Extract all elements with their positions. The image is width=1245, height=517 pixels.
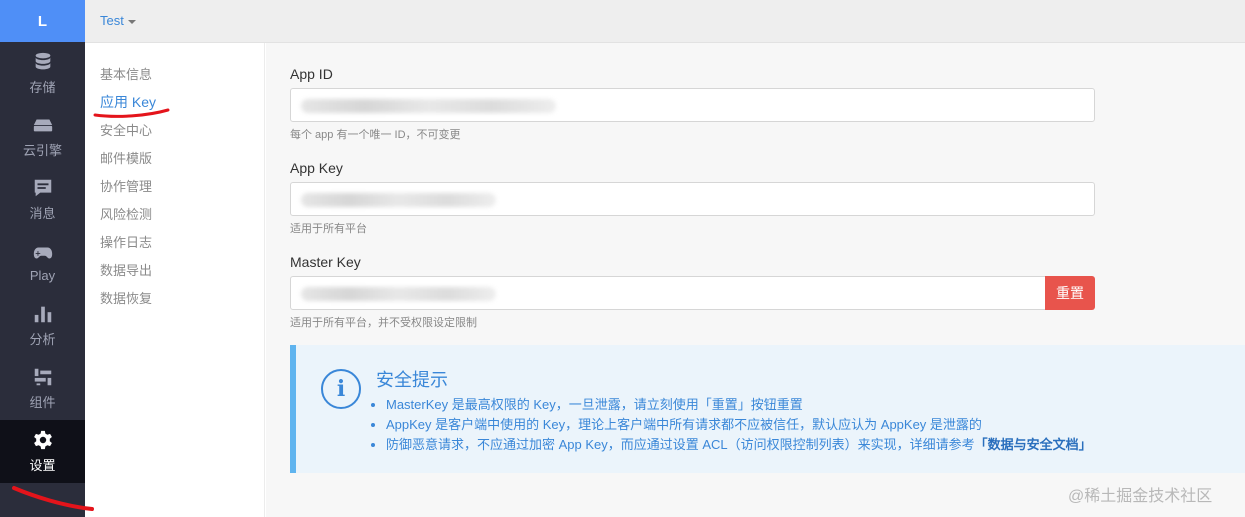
rail-item-label: 存储	[29, 80, 56, 95]
main-content: App ID 每个 app 有一个唯一 ID，不可变更 App Key 适用于所…	[266, 43, 1245, 517]
tips-item-text: 防御恶意请求，不应通过加密 App Key，而应通过设置 ACL（访问权限控制列…	[386, 437, 975, 452]
rail-item-label: 分析	[29, 332, 56, 347]
app-rail: L 存储 云引擎 消息 Play 分析 组件 设置	[0, 0, 85, 517]
subnav-item-data-restore[interactable]: 数据恢复	[100, 288, 152, 307]
app-name: Test	[100, 13, 124, 28]
subnav-item-basic-info[interactable]: 基本信息	[100, 64, 152, 83]
tips-title: 安全提示	[376, 370, 448, 390]
master-key-help: 适用于所有平台，并不受权限设定限制	[290, 317, 477, 329]
subnav-item-email-templates[interactable]: 邮件模版	[100, 148, 152, 167]
info-icon: i	[321, 369, 361, 409]
watermark: @稀土掘金技术社区	[1068, 488, 1213, 505]
rail-item-storage[interactable]: 存储	[0, 42, 85, 105]
tips-item: 防御恶意请求，不应通过加密 App Key，而应通过设置 ACL（访问权限控制列…	[386, 435, 1092, 455]
components-icon	[34, 368, 51, 386]
tips-list: MasterKey 是最高权限的 Key，一旦泄露，请立刻使用「重置」按钮重置 …	[386, 395, 1092, 455]
app-key-label: App Key	[290, 160, 343, 176]
rail-item-analytics[interactable]: 分析	[0, 294, 85, 357]
app-id-field[interactable]	[290, 88, 1095, 122]
rail-item-label: 组件	[29, 395, 56, 410]
rail-item-play[interactable]: Play	[0, 231, 85, 294]
chevron-down-icon	[127, 19, 136, 24]
subnav-item-risk-detection[interactable]: 风险检测	[100, 204, 152, 223]
rail-item-engine[interactable]: 云引擎	[0, 105, 85, 168]
database-icon	[35, 52, 50, 70]
subnav-item-data-export[interactable]: 数据导出	[100, 260, 152, 279]
bar-chart-icon	[34, 306, 51, 323]
rail-item-label: 云引擎	[22, 143, 62, 158]
rail-item-components[interactable]: 组件	[0, 357, 85, 420]
subnav-item-security[interactable]: 安全中心	[100, 120, 152, 139]
app-id-help: 每个 app 有一个唯一 ID，不可变更	[290, 129, 461, 141]
rail-item-message[interactable]: 消息	[0, 168, 85, 231]
message-icon	[34, 179, 51, 197]
redacted-value	[301, 193, 496, 207]
reset-master-key-button[interactable]: 重置	[1045, 276, 1095, 310]
security-docs-link[interactable]: 「数据与安全文档」	[975, 437, 1092, 452]
app-switcher[interactable]: Test	[100, 13, 136, 28]
master-key-label: Master Key	[290, 254, 361, 270]
gear-icon	[33, 430, 52, 450]
redacted-value	[301, 99, 556, 113]
subnav-item-collaboration[interactable]: 协作管理	[100, 176, 152, 195]
security-tips-box: i 安全提示 MasterKey 是最高权限的 Key，一旦泄露，请立刻使用「重…	[290, 345, 1245, 473]
app-logo[interactable]: L	[0, 0, 85, 42]
rail-item-settings[interactable]: 设置	[0, 420, 85, 483]
rail-item-label: 消息	[29, 206, 56, 221]
app-key-field[interactable]	[290, 182, 1095, 216]
tips-item: AppKey 是客户端中使用的 Key，理论上客户端中所有请求都不应被信任，默认…	[386, 415, 1092, 435]
app-id-label: App ID	[290, 66, 333, 82]
top-bar: Test	[85, 0, 1245, 43]
subnav-item-app-key[interactable]: 应用 Key	[100, 92, 156, 112]
settings-subnav: 基本信息 应用 Key 安全中心 邮件模版 协作管理 风险检测 操作日志 数据导…	[85, 43, 265, 517]
gamepad-icon	[33, 247, 52, 259]
subnav-item-operation-log[interactable]: 操作日志	[100, 232, 152, 251]
tips-item: MasterKey 是最高权限的 Key，一旦泄露，请立刻使用「重置」按钮重置	[386, 395, 1092, 415]
redacted-value	[301, 287, 496, 301]
rail-item-label: 设置	[29, 458, 56, 473]
master-key-field[interactable]	[290, 276, 1047, 310]
app-key-help: 适用于所有平台	[290, 223, 367, 235]
server-icon	[33, 119, 52, 132]
rail-item-label: Play	[29, 268, 56, 283]
